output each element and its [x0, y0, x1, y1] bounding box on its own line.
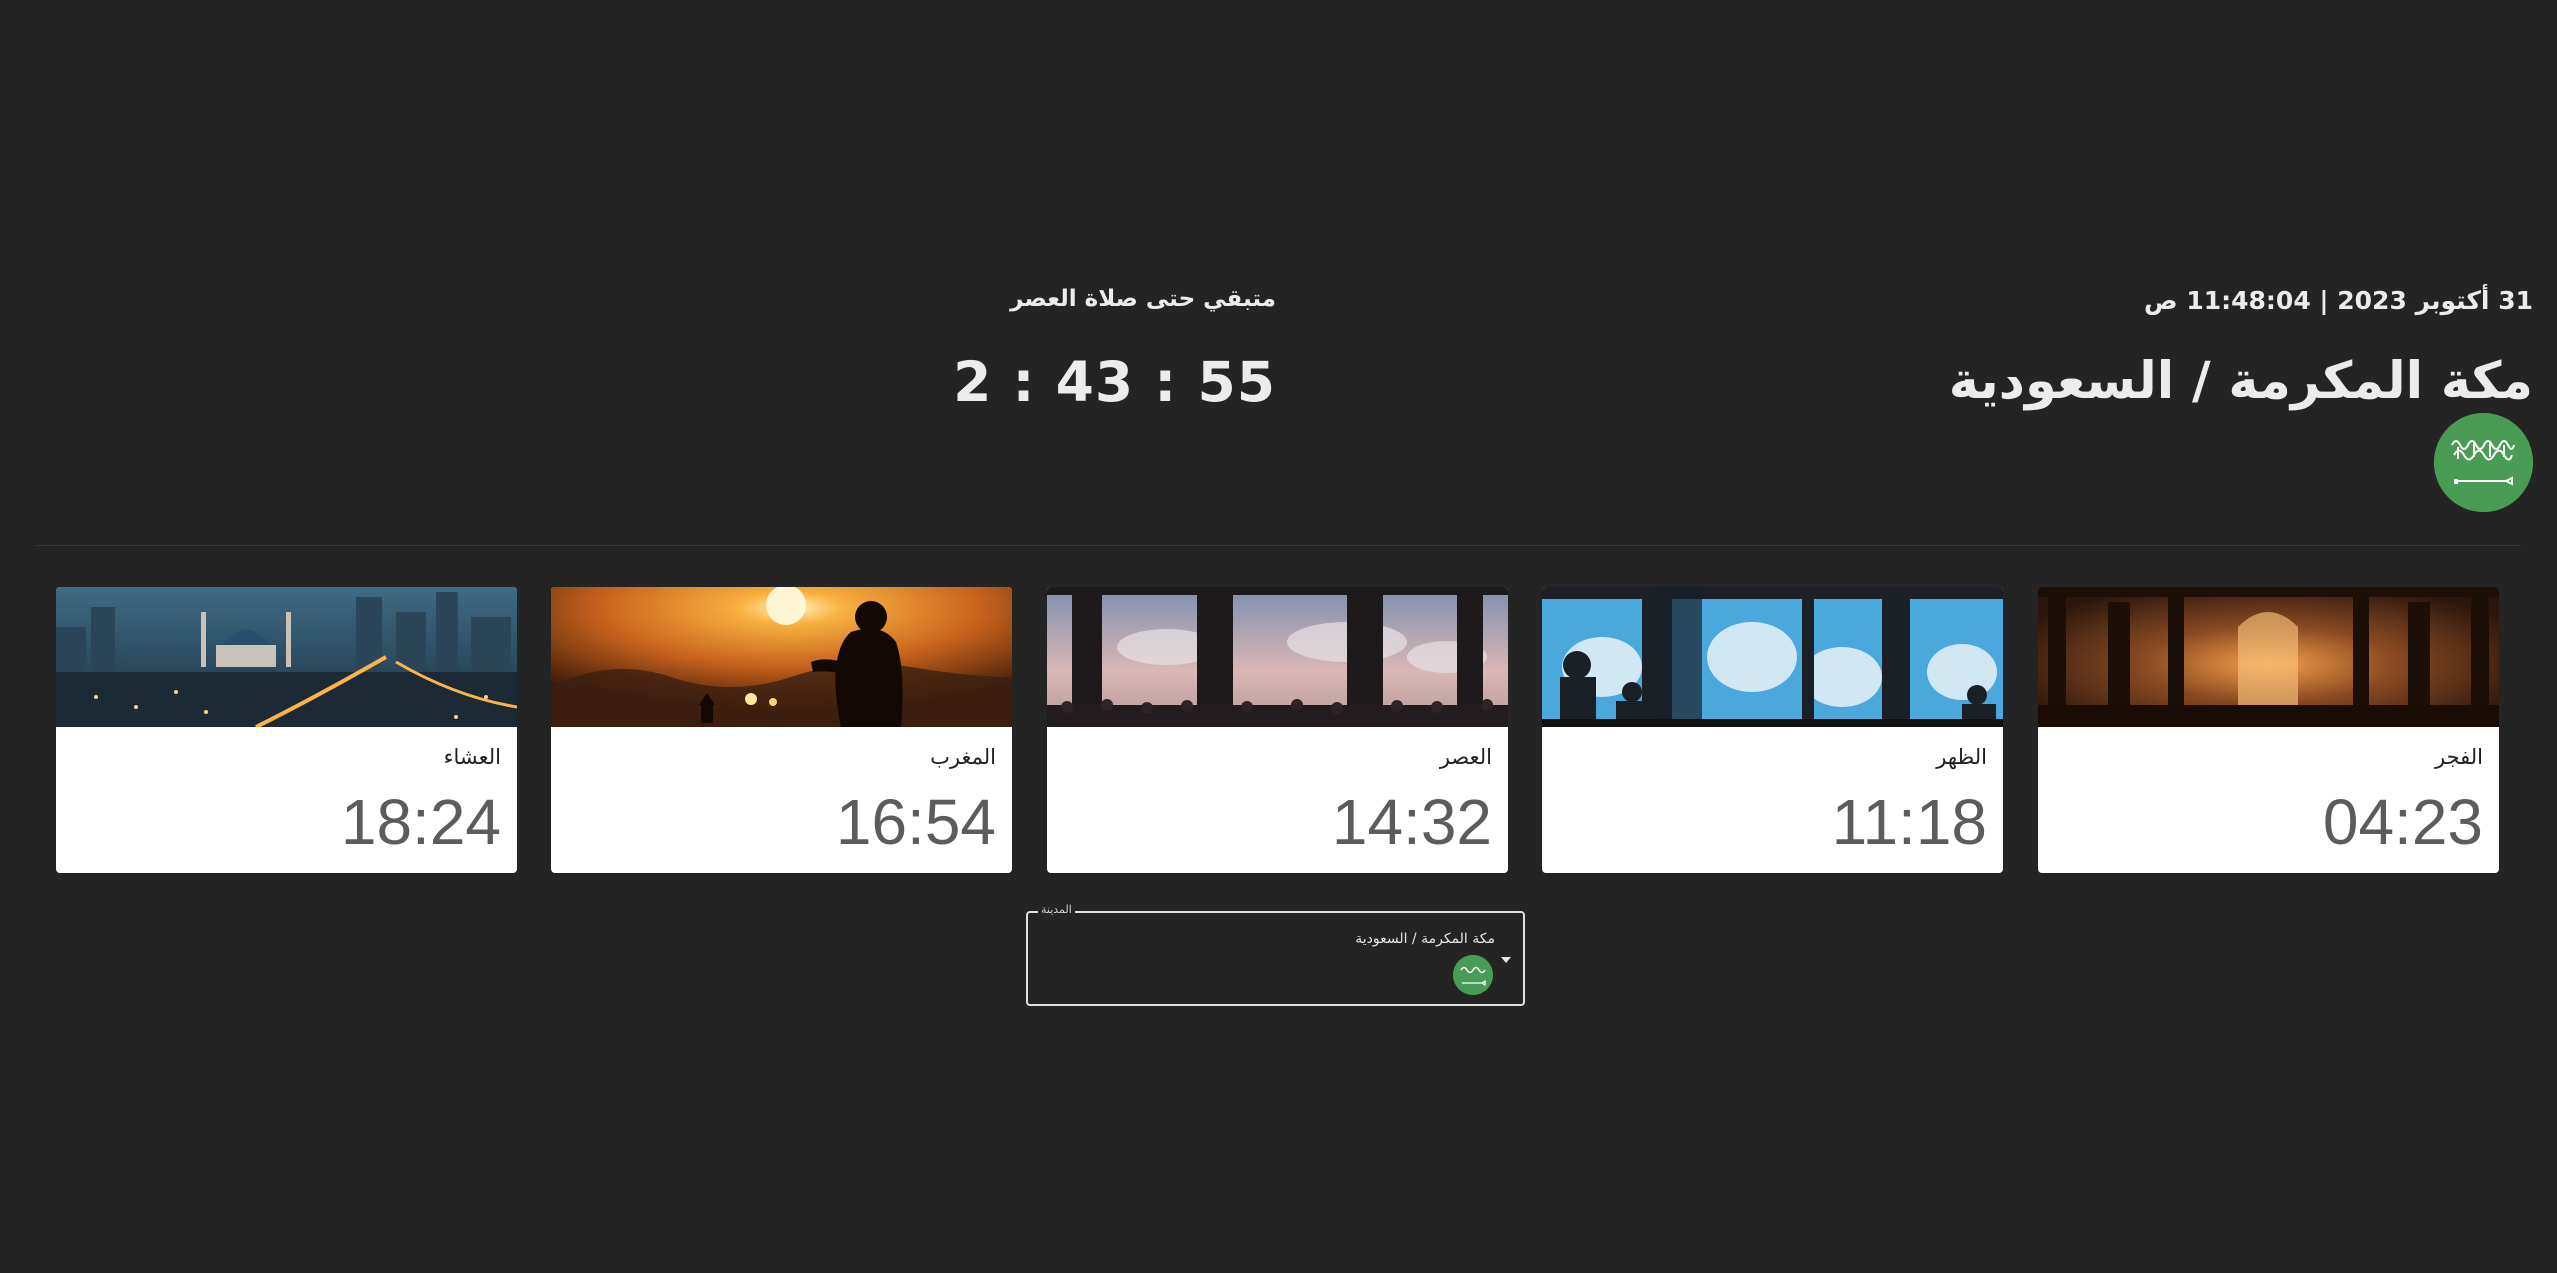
current-datetime: 31 أكتوبر 2023 | 11:48:04 ص — [2144, 286, 2533, 315]
prayer-times-page: 31 أكتوبر 2023 | 11:48:04 ص مكة المكرمة … — [0, 0, 2557, 1273]
prayer-card-fajr: الفجر 04:23 — [2038, 587, 2499, 873]
city-select[interactable]: المدينة مكة المكرمة / السعودية — [1026, 903, 1525, 1006]
city-select-value[interactable]: مكة المكرمة / السعودية — [1355, 931, 1495, 947]
window-silhouettes-image — [1542, 587, 2003, 727]
header-divider — [36, 545, 2521, 546]
prayer-time: 18:24 — [340, 786, 501, 858]
prayer-name: العشاء — [443, 745, 501, 769]
caret-down-icon[interactable] — [1501, 957, 1511, 963]
countdown-label: متبقي حتى صلاة العصر — [1010, 286, 1276, 312]
prayer-name: العصر — [1439, 745, 1492, 769]
countdown-timer: 2 : 43 : 55 — [953, 350, 1276, 414]
prayer-time: 04:23 — [2322, 786, 2483, 858]
man-praying-sunset-image — [551, 587, 1012, 727]
prayer-time: 11:18 — [1831, 786, 1987, 858]
city-night-mosque-image — [56, 587, 517, 727]
prayer-name: الفجر — [2435, 745, 2483, 769]
prayer-card-maghrib: المغرب 16:54 — [551, 587, 1012, 873]
mosque-interior-sunrise-image — [2038, 587, 2499, 727]
prayer-time: 14:32 — [1331, 786, 1492, 858]
city-title: مكة المكرمة / السعودية — [1948, 352, 2533, 411]
prayer-card-dhuhr: الظهر 11:18 — [1542, 587, 2003, 873]
prayer-name: المغرب — [930, 745, 996, 769]
prayer-card-asr: العصر 14:32 — [1047, 587, 1508, 873]
city-select-legend: المدينة — [1038, 903, 1075, 916]
saudi-flag-icon — [2434, 413, 2533, 512]
prayer-time: 16:54 — [835, 786, 996, 858]
prayer-name: الظهر — [1936, 745, 1987, 769]
saudi-flag-icon — [1453, 955, 1493, 995]
colonnade-crowd-image — [1047, 587, 1508, 727]
prayer-card-isha: العشاء 18:24 — [56, 587, 517, 873]
